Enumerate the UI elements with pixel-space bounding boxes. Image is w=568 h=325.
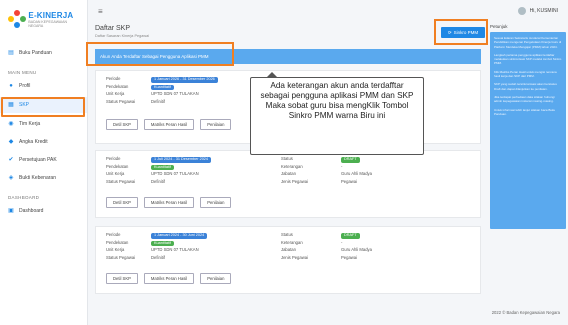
matriks-peran-hasil-button[interactable]: Matriks Peran Hasil: [143, 119, 195, 130]
periode-badge: 1 Januari 2024 - 30 Juni 2024: [151, 233, 208, 239]
unit-kerja-value: UPTD SDN 07 TULAKAN: [151, 91, 199, 96]
keterangan-value: -: [341, 239, 343, 245]
penilaian-button[interactable]: Penilaian: [200, 197, 232, 208]
info-paragraph: Klik Matriks Peran Hasil untuk mengisi r…: [494, 69, 557, 79]
info-paragraph: Untuk informasi lebih lanjut silakan bac…: [494, 107, 556, 116]
skp-card: Periode Pendekatan Unit Kerja Status Peg…: [95, 226, 481, 294]
penilaian-button[interactable]: Penilaian: [200, 119, 232, 130]
sidebar-section-main: MAIN MENU: [8, 70, 37, 75]
jabatan-label: Jabatan: [281, 247, 296, 252]
penilaian-button[interactable]: Penilaian: [200, 273, 232, 284]
periode-badge: 1 Juli 2024 - 31 Desember 2024: [151, 157, 212, 163]
info-paragraph: Sesuai Edaran Sekretaris Jenderal Kement…: [494, 36, 562, 49]
book-icon: ▤: [8, 50, 14, 56]
sidebar-item-buku-panduan[interactable]: ▤ Buku Panduan: [0, 46, 87, 60]
status-label: Status: [281, 156, 293, 161]
user-menu[interactable]: Hi, KUSMINI: [517, 7, 558, 15]
jabatan-value: Guru Ahli Madya: [341, 171, 372, 176]
status-pegawai-value: Definitif: [151, 254, 165, 260]
hamburger-menu-icon[interactable]: ≡: [98, 7, 103, 16]
logo-mark-icon: [8, 10, 26, 28]
jabatan-value: Guru Ahli Madya: [341, 247, 372, 252]
status-pegawai-value: Definitif: [151, 178, 165, 184]
status-pegawai-label: Status Pegawai: [106, 254, 136, 260]
jenis-pegawai-label: Jenis Pegawai: [281, 254, 309, 260]
sidebar-item-persetujuan-pak[interactable]: ✔ Persetujuan PAK: [0, 153, 87, 167]
page-subtitle: Daftar Sasaran Kinerja Pegawai: [95, 34, 150, 38]
status-badge: DRAFT: [341, 157, 360, 163]
sidebar-item-label: Angka Kredit: [19, 139, 48, 145]
sidebar-item-label: Tim Kerja: [19, 121, 41, 127]
periode-badge: 1 Januari 2026 - 31 Desember 2026: [151, 77, 218, 83]
periode-label: Periode: [106, 232, 121, 237]
sidebar-item-angka-kredit[interactable]: ◆ Angka Kredit: [0, 135, 87, 149]
alert-highlight-outline: [86, 42, 234, 66]
pendekatan-label: Pendekatan: [106, 83, 129, 89]
sidebar-item-profil[interactable]: ● Profil: [0, 79, 87, 93]
info-panel-title: Petunjuk: [490, 24, 508, 29]
info-panel-box: Sesuai Edaran Sekretaris Jenderal Kement…: [490, 32, 566, 229]
jabatan-label: Jabatan: [281, 171, 296, 176]
credit-icon: ◆: [8, 139, 14, 145]
evidence-icon: ◈: [8, 175, 14, 181]
sidebar-item-label: Persetujuan PAK: [19, 157, 57, 163]
skp-highlight-outline: [1, 97, 85, 117]
info-paragraph: Jika terdapat perbedaan data silakan hub…: [494, 94, 555, 104]
jenis-pegawai-value: Pegawai: [341, 254, 358, 260]
info-paragraph: Langkah pertama pengguna aplikasi terdaf…: [494, 52, 562, 66]
sidebar-item-label: Profil: [19, 83, 31, 89]
sync-highlight-outline: [434, 19, 488, 45]
info-paragraph: SKP yang sudah tersinkronisasi akan bers…: [494, 82, 557, 91]
status-label: Status: [281, 232, 293, 237]
info-panel: Petunjuk Sesuai Edaran Sekretaris Jender…: [490, 24, 566, 229]
sidebar-item-label: Bukti Kebenaran: [19, 175, 56, 181]
avatar: [517, 7, 526, 15]
topbar: ≡ Hi, KUSMINI: [88, 0, 568, 22]
status-badge: DRAFT: [341, 233, 360, 239]
footer-copyright: 2022 © Badan Kepegawaian Negara: [491, 310, 560, 315]
keterangan-label: Keterangan: [281, 239, 303, 245]
unit-kerja-label: Unit Kerja: [106, 247, 125, 252]
sidebar-item-label: Buku Panduan: [19, 50, 52, 56]
sidebar: E-KINERJA BADAN KEPEGAWAIAN NEGARA ▤ Buk…: [0, 0, 88, 325]
sidebar-item-label: Dashboard: [19, 208, 44, 214]
keterangan-value: -: [341, 163, 343, 169]
jenis-pegawai-label: Jenis Pegawai: [281, 178, 309, 184]
app-logo[interactable]: E-KINERJA BADAN KEPEGAWAIAN NEGARA: [0, 0, 87, 36]
user-name: Hi, KUSMINI: [529, 8, 558, 14]
annotation-callout: Ada keterangan akun anda terdafftar seba…: [250, 77, 424, 155]
status-pegawai-label: Status Pegawai: [106, 178, 136, 184]
skp-card: Periode Pendekatan Unit Kerja Status Peg…: [95, 150, 481, 218]
matriks-peran-hasil-button[interactable]: Matriks Peran Hasil: [143, 273, 195, 284]
sidebar-item-dashboard[interactable]: ▣ Dashboard: [0, 204, 87, 218]
keterangan-label: Keterangan: [281, 163, 303, 169]
approval-icon: ✔: [8, 157, 14, 163]
logo-subtitle: BADAN KEPEGAWAIAN NEGARA: [28, 19, 68, 28]
unit-kerja-label: Unit Kerja: [106, 171, 125, 176]
user-icon: ●: [9, 83, 13, 89]
pendekatan-label: Pendekatan: [106, 163, 129, 169]
periode-label: Periode: [106, 156, 121, 161]
unit-kerja-value: UPTD SDN 07 TULAKAN: [151, 247, 199, 252]
sidebar-item-tim-kerja[interactable]: ◉ Tim Kerja: [0, 117, 87, 131]
sidebar-section-dashboard: DASHBOARD: [8, 195, 40, 200]
status-pegawai-label: Status Pegawai: [106, 98, 136, 104]
unit-kerja-label: Unit Kerja: [106, 91, 125, 96]
status-pegawai-value: Definitif: [151, 98, 165, 104]
page-title: Daftar SKP: [95, 25, 131, 32]
unit-kerja-value: UPTD SDN 07 TULAKAN: [151, 171, 199, 176]
logo-title: E-KINERJA: [28, 10, 74, 20]
team-icon: ◉: [8, 121, 14, 127]
periode-label: Periode: [106, 76, 121, 81]
matriks-peran-hasil-button[interactable]: Matriks Peran Hasil: [143, 197, 195, 208]
detil-skp-button[interactable]: Detil SKP: [106, 197, 138, 208]
pendekatan-label: Pendekatan: [106, 239, 129, 245]
jenis-pegawai-value: Pegawai: [341, 178, 358, 184]
detil-skp-button[interactable]: Detil SKP: [106, 273, 138, 284]
detil-skp-button[interactable]: Detil SKP: [106, 119, 138, 130]
sidebar-item-bukti-kebenaran[interactable]: ◈ Bukti Kebenaran: [0, 171, 87, 185]
annotation-callout-text: Ada keterangan akun anda terdafftar seba…: [260, 81, 414, 120]
dashboard-icon: ▣: [8, 208, 14, 214]
